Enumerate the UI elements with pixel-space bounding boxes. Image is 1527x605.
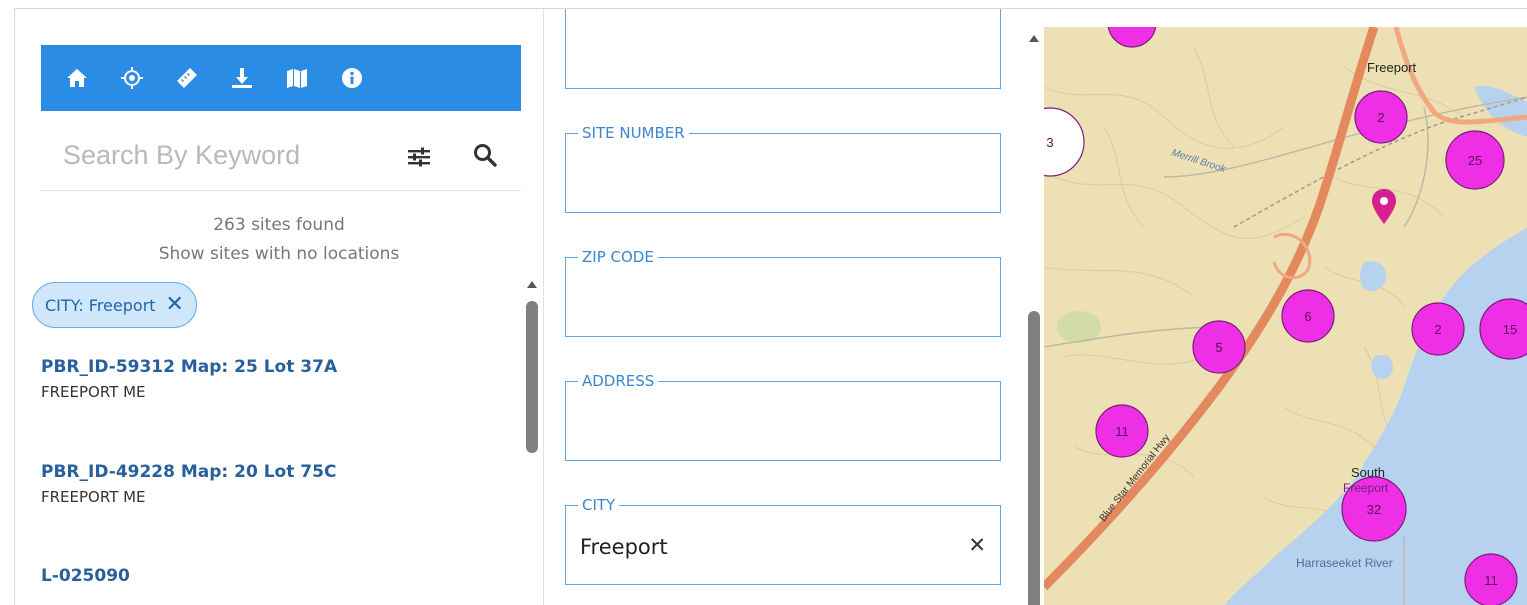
search-bar [41,121,521,191]
toolbar [41,45,521,111]
location-pin-icon[interactable] [1372,189,1396,224]
result-title[interactable]: L-025090 [41,566,130,586]
scrollbar-thumb[interactable] [1028,311,1040,605]
result-title[interactable]: PBR_ID-59312 Map: 25 Lot 37A [41,357,337,377]
result-title[interactable]: PBR_ID-49228 Map: 20 Lot 75C [41,462,336,482]
home-button[interactable] [65,58,120,98]
map-cluster-count: 25 [1468,153,1482,168]
form-field-address: ADDRESS [565,372,1001,461]
download-button[interactable] [230,58,285,98]
map-label-south-freeport: Freeport [1343,481,1389,495]
info-button[interactable] [340,58,395,98]
map-cluster[interactable]: 2 [1411,302,1465,356]
map-cluster-count: 15 [1503,322,1517,337]
field-label: CITY [578,496,620,514]
list-item[interactable]: L-025090 [41,566,130,586]
map-cluster[interactable]: 25 [1445,130,1505,190]
map-cluster-count: 11 [1115,424,1129,439]
map-cluster-count: 6 [1304,309,1311,324]
filter-chip-label: CITY: Freeport [45,295,156,315]
map-cluster[interactable]: 3 [1044,107,1085,177]
zip-code-input[interactable] [580,282,960,316]
map-icon [287,69,307,88]
field-label: ZIP CODE [578,248,658,266]
home-icon [67,69,87,87]
scroll-up-arrow-icon[interactable] [527,281,537,288]
basemap-button[interactable] [285,58,340,98]
info-icon [342,68,362,88]
map-cluster-count: 2 [1434,322,1441,337]
chip-remove-icon[interactable]: ✕ [166,294,184,316]
locate-icon [121,67,143,89]
results-scrollbar[interactable] [525,281,539,605]
list-item[interactable]: PBR_ID-59312 Map: 25 Lot 37A FREEPORT ME [41,357,337,401]
ruler-icon [177,68,197,88]
city-input[interactable] [580,530,960,564]
result-subtitle: FREEPORT ME [41,488,146,506]
field-label: SITE NUMBER [578,124,689,142]
result-subtitle: FREEPORT ME [41,383,146,401]
field-label: ADDRESS [578,372,659,390]
map-cluster[interactable]: 6 [1281,289,1335,343]
map-label-river: Harraseeket River [1296,556,1393,570]
search-panel: 263 sites found Show sites with no locat… [15,9,543,605]
show-no-locations-link[interactable]: Show sites with no locations [15,244,543,264]
search-icon [474,144,497,167]
measure-button[interactable] [175,58,230,98]
search-input[interactable] [63,137,383,173]
scroll-up-arrow-icon[interactable] [1029,35,1039,42]
form-field-top [565,9,1001,89]
map-cluster-count: 2 [1377,110,1384,125]
form-scrollbar[interactable] [1027,35,1041,605]
map-cluster[interactable]: 5 [1192,320,1246,374]
map-label-freeport: Freeport [1367,60,1417,75]
scrollbar-thumb[interactable] [526,301,538,453]
map-cluster-count: 3 [1046,135,1053,150]
map-cluster-partial[interactable] [1107,27,1157,48]
address-input[interactable] [580,406,960,440]
form-field-site-number: SITE NUMBER [565,124,1001,213]
filter-button[interactable] [405,143,437,175]
list-item[interactable]: PBR_ID-49228 Map: 20 Lot 75C FREEPORT ME [41,462,336,506]
clear-city-icon[interactable]: ✕ [968,533,986,558]
form-field-zip-code: ZIP CODE [565,248,1001,337]
map-label-brook: Merrill Brook [1170,147,1228,175]
locate-button[interactable] [120,58,175,98]
search-button[interactable] [471,141,503,173]
app-frame: 263 sites found Show sites with no locat… [14,8,1527,605]
top-field-input[interactable] [580,33,960,67]
map-cluster-count: 32 [1367,502,1381,517]
map-cluster-count: 5 [1215,340,1222,355]
download-icon [232,68,252,88]
sliders-icon [408,147,430,167]
map-label-south: South [1351,465,1385,480]
filter-form-panel: SITE NUMBER ZIP CODE ADDRESS CITY ✕ [544,9,1042,605]
site-number-input[interactable] [580,158,960,192]
map-cluster[interactable]: 2 [1354,90,1408,144]
map-view[interactable]: Freeport Merrill Brook Blue Star Memoria… [1044,27,1527,605]
map-cluster[interactable]: 11 [1095,404,1149,458]
map-cluster[interactable]: 11 [1464,553,1518,605]
form-field-city: CITY ✕ [565,496,1001,585]
results-count: 263 sites found [213,215,345,235]
filter-chip-city: CITY: Freeport ✕ [32,282,197,328]
map-cluster-count: 11 [1484,573,1498,588]
map-canvas: Freeport Merrill Brook Blue Star Memoria… [1044,27,1527,605]
